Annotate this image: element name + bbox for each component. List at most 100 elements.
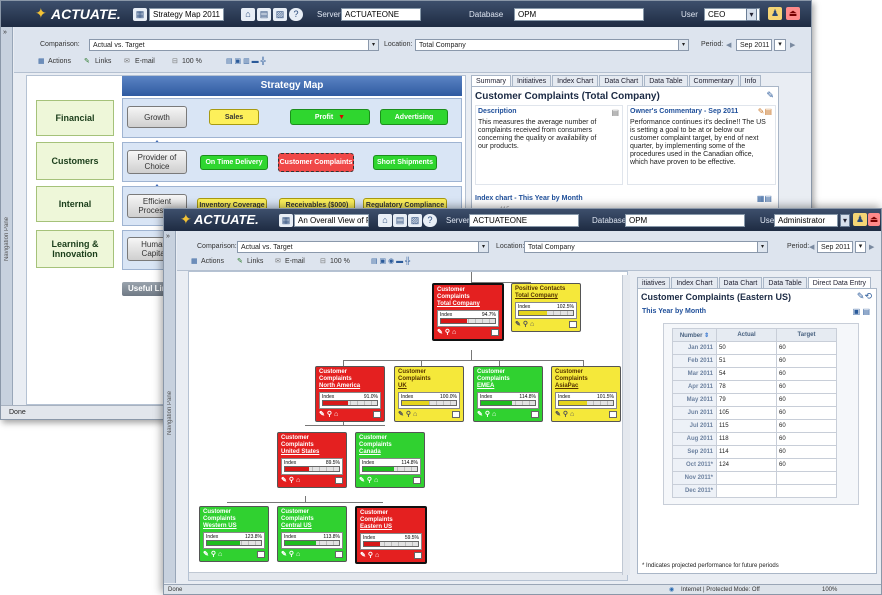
actual-input[interactable]: 114 — [716, 445, 777, 459]
actual-input[interactable]: 50 — [716, 341, 777, 355]
detail-icon[interactable] — [257, 551, 265, 558]
detail-icon[interactable] — [335, 551, 343, 558]
objective-sales[interactable]: Sales — [209, 109, 259, 125]
pencil-icon[interactable]: ✎ — [360, 552, 366, 560]
chart-icon[interactable]: ▨ — [408, 214, 422, 227]
zoom-icon[interactable]: ⊟ — [172, 57, 178, 65]
actual-input[interactable]: 79 — [716, 393, 777, 407]
actions-menu[interactable]: Actions — [48, 58, 71, 65]
objective-short-shipments[interactable]: Short Shipments — [373, 155, 437, 170]
zoom-value[interactable]: 100 % — [182, 58, 202, 65]
users-icon[interactable]: ♟ — [853, 213, 867, 226]
pencil-icon[interactable]: ✎ — [515, 321, 521, 329]
target-input[interactable]: 60 — [776, 419, 837, 433]
link-icon[interactable]: ⚲ — [289, 477, 294, 485]
home-icon[interactable]: ⌂ — [375, 552, 379, 560]
node-complaints-asiapac[interactable]: Customer Complaints AsiaPac Index 101.5% … — [551, 366, 621, 422]
detail-icon[interactable] — [452, 411, 460, 418]
pencil-icon[interactable]: ✎ — [203, 551, 209, 559]
target-input[interactable] — [776, 471, 837, 485]
node-complaints-north-america[interactable]: Customer Complaints North America Index 9… — [315, 366, 385, 422]
node-complaints-central-us[interactable]: Customer Complaints Central US Index 113.… — [277, 506, 347, 562]
objective-on-time-delivery[interactable]: On Time Delivery — [200, 155, 268, 170]
column-header-target[interactable]: Target — [776, 328, 837, 342]
actual-input[interactable]: 115 — [716, 419, 777, 433]
links-icon[interactable]: ✎ — [84, 57, 90, 65]
node-complaints-canada[interactable]: Customer Complaints Canada Index 114.8% ✎… — [355, 432, 425, 488]
detail-icon[interactable] — [609, 411, 617, 418]
column-header-actual[interactable]: Actual — [716, 328, 777, 342]
chevron-down-icon[interactable]: ▾ — [757, 242, 767, 252]
pencil-icon[interactable]: ✎ — [477, 411, 483, 419]
home-icon[interactable]: ⌂ — [334, 411, 338, 419]
home-icon[interactable]: ⌂ — [413, 411, 417, 419]
link-icon[interactable]: ⚲ — [327, 411, 332, 419]
node-complaints-eastern-us[interactable]: Customer Complaints Eastern US Index 59.5… — [355, 506, 427, 564]
home-icon[interactable]: ⌂ — [452, 329, 456, 337]
objective-customer-complaints[interactable]: Customer Complaints — [278, 153, 354, 172]
target-input[interactable]: 60 — [776, 393, 837, 407]
period-dropdown-icon[interactable]: ▾ — [855, 241, 866, 253]
link-icon[interactable]: ⚲ — [563, 411, 568, 419]
actions-icon[interactable]: ▦ — [38, 57, 45, 65]
comment-edit-icon[interactable]: ✎▤ — [758, 107, 772, 116]
period-select[interactable]: Sep 2011 — [817, 241, 853, 253]
home-icon[interactable]: ⌂ — [241, 8, 255, 21]
location-select[interactable]: Total Company ▾ — [524, 241, 768, 253]
report-icon[interactable]: ▦ — [133, 8, 147, 21]
target-input[interactable]: 60 — [776, 354, 837, 368]
link-icon[interactable]: ⚲ — [289, 551, 294, 559]
expand-icon[interactable]: » — [3, 29, 7, 36]
detail-icon[interactable] — [413, 477, 421, 484]
chart-icon[interactable]: ▨ — [273, 8, 287, 21]
actual-input[interactable]: 51 — [716, 354, 777, 368]
save-icon[interactable]: ▣ ▤ — [853, 307, 870, 316]
home-icon[interactable]: ⌂ — [296, 551, 300, 559]
objective-advertising[interactable]: Advertising — [380, 109, 448, 125]
navigation-pane[interactable]: » Navigation Pane — [164, 231, 176, 583]
navigation-pane[interactable]: » Navigation Pane — [1, 27, 13, 407]
chevron-down-icon[interactable]: ▾ — [478, 242, 488, 252]
perspective-financial[interactable]: Financial — [36, 100, 114, 136]
report-select[interactable]: An Overall View of Perfor — [294, 214, 369, 227]
target-input[interactable]: 60 — [776, 406, 837, 420]
home-icon[interactable]: ⌂ — [492, 411, 496, 419]
link-icon[interactable]: ⚲ — [406, 411, 411, 419]
link-icon[interactable]: ⚲ — [485, 411, 490, 419]
target-input[interactable] — [776, 484, 837, 498]
help-icon[interactable]: ? — [289, 8, 303, 21]
user-select[interactable]: Administrator — [774, 214, 838, 227]
period-prev-icon[interactable]: ◀ — [809, 243, 814, 251]
vertical-scrollbar[interactable] — [622, 275, 630, 575]
detail-icon[interactable] — [414, 552, 422, 559]
print-icon[interactable]: ▤ ▣ ▥ ▬ ╬ — [226, 57, 266, 65]
expand-icon[interactable]: » — [166, 233, 170, 240]
link-icon[interactable]: ⚲ — [367, 477, 372, 485]
report-select[interactable]: Strategy Map 2011 — [149, 8, 224, 21]
perspective-internal[interactable]: Internal — [36, 186, 114, 222]
home-icon[interactable]: ⌂ — [218, 551, 222, 559]
actual-input[interactable]: 54 — [716, 367, 777, 381]
zoom-level[interactable]: 100% — [822, 587, 837, 593]
link-icon[interactable]: ⚲ — [368, 552, 373, 560]
detail-icon[interactable] — [373, 411, 381, 418]
target-input[interactable]: 60 — [776, 445, 837, 459]
actions-menu[interactable]: Actions — [201, 258, 224, 265]
links-icon[interactable]: ✎ — [237, 257, 243, 265]
period-dropdown-icon[interactable]: ▾ — [774, 39, 786, 51]
pencil-icon[interactable]: ✎ — [281, 551, 287, 559]
target-input[interactable]: 60 — [776, 432, 837, 446]
email-icon[interactable]: ✉ — [124, 57, 130, 65]
edit-icon[interactable]: ✎ — [766, 90, 774, 101]
note-icon[interactable]: ▤ — [611, 108, 619, 117]
detail-icon[interactable] — [569, 321, 577, 328]
period-select[interactable]: Sep 2011 — [736, 39, 772, 51]
user-dropdown-icon[interactable]: ▾ — [746, 8, 757, 21]
column-header-number[interactable]: Number ⇕ — [672, 328, 717, 342]
node-complaints-united-states[interactable]: Customer Complaints United States Index 8… — [277, 432, 347, 488]
node-complaints-uk[interactable]: Customer Complaints UK Index 100.0% ✎ ⚲ ⌂ — [394, 366, 464, 422]
email-menu[interactable]: E-mail — [135, 58, 155, 65]
objective-provider-of-choice[interactable]: Provider of Choice — [127, 150, 187, 174]
perspective-customers[interactable]: Customers — [36, 142, 114, 180]
node-positive-contacts[interactable]: Positive Contacts Total Company Index 102… — [511, 283, 581, 332]
